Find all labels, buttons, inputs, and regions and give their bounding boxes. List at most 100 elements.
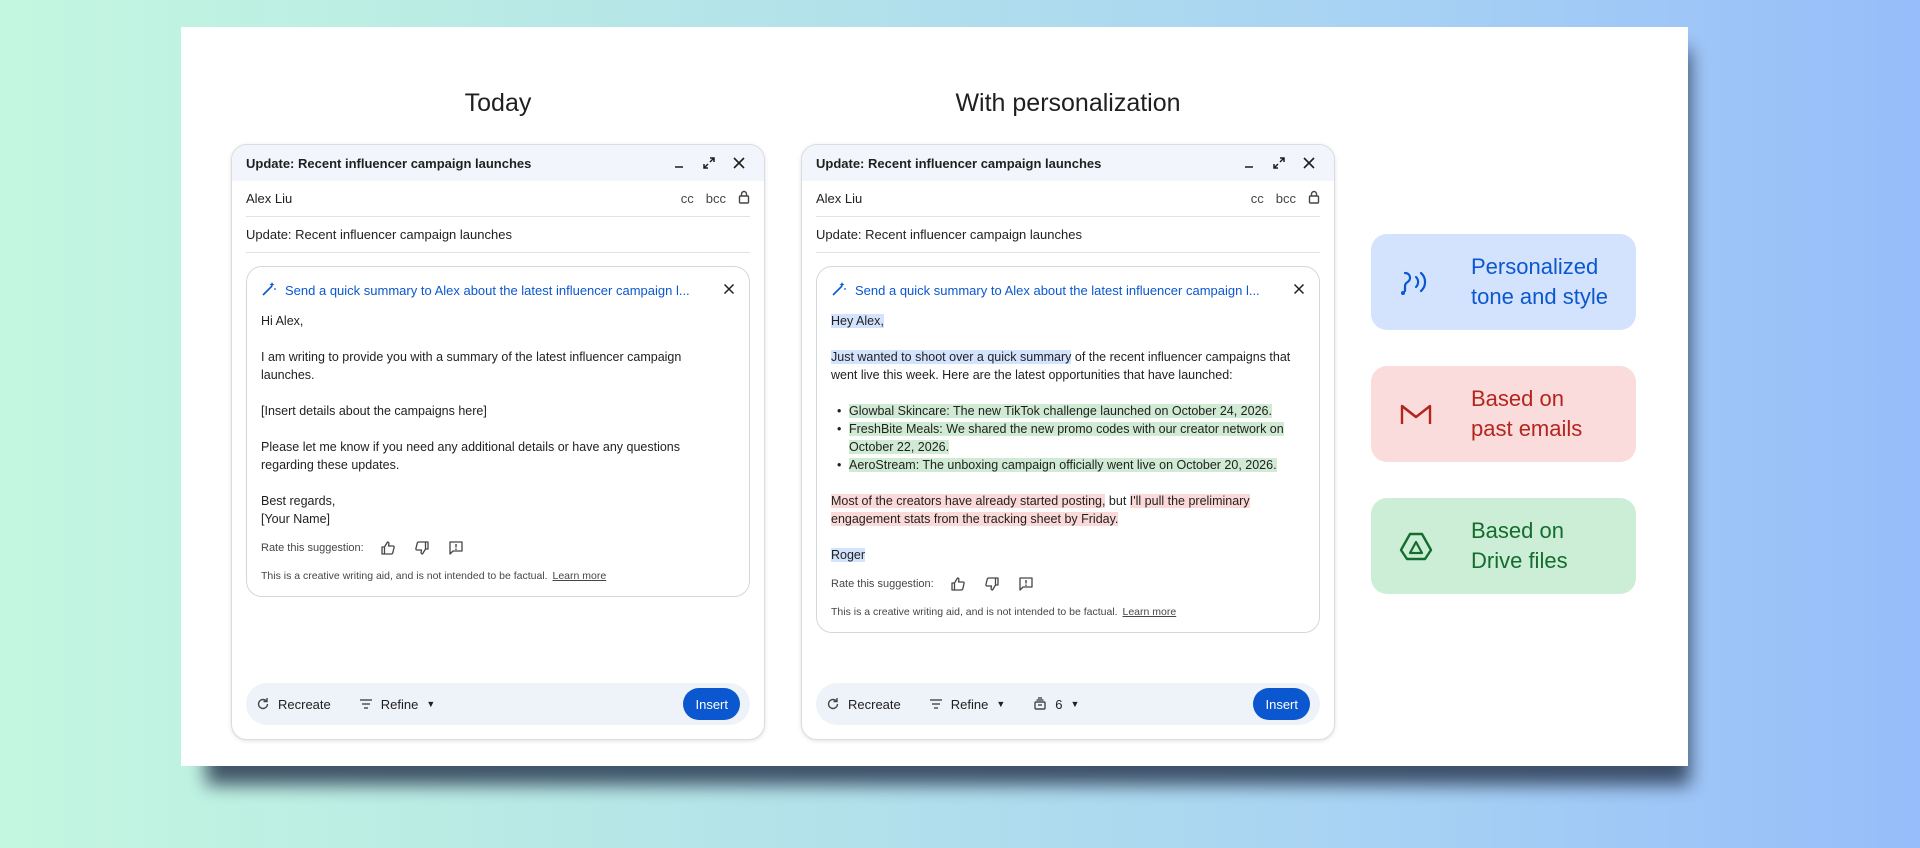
filter-icon <box>929 698 943 710</box>
thumbs-down-icon[interactable] <box>412 538 432 558</box>
thumbs-down-icon[interactable] <box>982 574 1002 594</box>
paragraph: I am writing to provide you with a summa… <box>261 350 682 382</box>
paragraph: Most of the creators have already starte… <box>831 492 1305 528</box>
greeting: Hi Alex, <box>261 314 304 328</box>
feature-line: Based on <box>1471 518 1564 543</box>
compose-header: Update: Recent influencer campaign launc… <box>232 145 764 181</box>
list-item: FreshBite Meals: We shared the new promo… <box>831 420 1305 456</box>
expand-icon[interactable] <box>698 152 720 174</box>
sources-dropdown[interactable]: 6 ▼ <box>1033 697 1079 712</box>
disclaimer: This is a creative writing aid, and is n… <box>831 606 1305 618</box>
voice-wave-icon <box>1399 267 1455 297</box>
refresh-icon <box>256 697 270 711</box>
recreate-label: Recreate <box>848 696 901 712</box>
drive-highlight: FreshBite Meals: We shared the new promo… <box>849 422 1284 454</box>
signoff: Best regards, <box>261 494 336 508</box>
subject-text: Update: Recent influencer campaign launc… <box>816 227 1082 242</box>
subject-row[interactable]: Update: Recent influencer campaign launc… <box>246 217 750 253</box>
disclaimer: This is a creative writing aid, and is n… <box>261 570 735 582</box>
thumbs-up-icon[interactable] <box>948 574 968 594</box>
lock-icon[interactable] <box>1308 190 1320 207</box>
rate-label: Rate this suggestion: <box>831 578 934 590</box>
prompt-text[interactable]: Send a quick summary to Alex about the l… <box>285 283 723 298</box>
suggestion-header: Send a quick summary to Alex about the l… <box>831 281 1305 300</box>
paragraph-text: but <box>1105 494 1130 508</box>
rate-row: Rate this suggestion: <box>261 538 735 558</box>
suggestion-body: Hey Alex, Just wanted to shoot over a qu… <box>831 312 1305 564</box>
compose-window-today: Update: Recent influencer campaign launc… <box>231 144 765 740</box>
feature-line: past emails <box>1471 416 1583 441</box>
subject-row[interactable]: Update: Recent influencer campaign launc… <box>816 217 1320 253</box>
paragraph: Just wanted to shoot over a quick summar… <box>831 348 1305 384</box>
bcc-button[interactable]: bcc <box>1276 191 1296 206</box>
feature-text: Personalized tone and style <box>1471 252 1608 312</box>
refine-dropdown[interactable]: Refine ▼ <box>359 697 436 712</box>
drive-icon <box>1399 531 1455 561</box>
suggestion-panel: Send a quick summary to Alex about the l… <box>246 266 750 597</box>
drive-highlight: Glowbal Skincare: The new TikTok challen… <box>849 404 1272 418</box>
feedback-icon[interactable] <box>1016 574 1036 594</box>
email-highlight: Most of the creators have already starte… <box>831 494 1106 508</box>
sources-count: 6 <box>1055 696 1063 712</box>
disclaimer-text: This is a creative writing aid, and is n… <box>831 606 1118 618</box>
magic-wand-icon <box>261 281 277 300</box>
cc-button[interactable]: cc <box>1251 191 1264 206</box>
learn-more-link[interactable]: Learn more <box>1123 606 1177 618</box>
close-suggestion-icon[interactable] <box>1293 283 1305 298</box>
feature-drive-files: Based on Drive files <box>1371 498 1636 594</box>
cc-button[interactable]: cc <box>681 191 694 206</box>
bcc-button[interactable]: bcc <box>706 191 726 206</box>
suggestion-toolbar: Recreate Refine ▼ 6 ▼ Insert <box>816 683 1320 725</box>
learn-more-link[interactable]: Learn more <box>553 570 607 582</box>
caret-down-icon: ▼ <box>1070 699 1080 709</box>
close-icon[interactable] <box>728 152 750 174</box>
minimize-icon[interactable] <box>1238 152 1260 174</box>
refine-dropdown[interactable]: Refine ▼ <box>929 696 1006 712</box>
insert-button[interactable]: Insert <box>1253 688 1310 720</box>
magic-wand-icon <box>831 281 847 300</box>
recipient-row[interactable]: Alex Liu cc bcc <box>816 181 1320 217</box>
insert-button[interactable]: Insert <box>683 688 740 720</box>
feature-text: Based on Drive files <box>1471 516 1568 576</box>
column-title-today: Today <box>464 89 532 117</box>
subject-text: Update: Recent influencer campaign launc… <box>246 227 512 242</box>
recreate-button[interactable]: Recreate <box>826 697 901 712</box>
suggestion-panel: Send a quick summary to Alex about the l… <box>816 266 1320 633</box>
thumbs-up-icon[interactable] <box>378 538 398 558</box>
minimize-icon[interactable] <box>668 152 690 174</box>
caret-down-icon: ▼ <box>996 699 1006 709</box>
feature-text: Based on past emails <box>1471 384 1582 444</box>
filter-icon <box>359 698 373 710</box>
tone-highlight: Just wanted to shoot over a quick summar… <box>831 350 1072 364</box>
list-item: AeroStream: The unboxing campaign offici… <box>831 456 1305 474</box>
close-icon[interactable] <box>1298 152 1320 174</box>
signature: [Your Name] <box>261 512 331 526</box>
suggestion-header: Send a quick summary to Alex about the l… <box>261 281 735 300</box>
close-suggestion-icon[interactable] <box>723 283 735 298</box>
lock-icon[interactable] <box>738 190 750 207</box>
prompt-text[interactable]: Send a quick summary to Alex about the l… <box>855 283 1293 298</box>
stack-icon <box>1033 697 1047 711</box>
greeting-highlight: Hey Alex, <box>831 314 884 328</box>
feature-tone-style: Personalized tone and style <box>1371 234 1636 330</box>
feedback-icon[interactable] <box>446 538 466 558</box>
refine-label: Refine <box>950 696 989 712</box>
suggestion-toolbar: Recreate Refine ▼ Insert <box>246 683 750 725</box>
rate-label: Rate this suggestion: <box>261 542 364 554</box>
caret-down-icon: ▼ <box>426 699 436 709</box>
refresh-icon <box>826 697 840 711</box>
recreate-label: Recreate <box>278 696 331 712</box>
suggestion-body: Hi Alex, I am writing to provide you wit… <box>261 312 735 528</box>
compose-title: Update: Recent influencer campaign launc… <box>246 155 532 171</box>
greeting: Hey Alex, <box>831 312 1305 330</box>
expand-icon[interactable] <box>1268 152 1290 174</box>
feature-line: Personalized <box>1471 254 1599 279</box>
recipient-name: Alex Liu <box>246 191 293 206</box>
feature-past-emails: Based on past emails <box>1371 366 1636 462</box>
feature-line: tone and style <box>1471 284 1608 309</box>
column-title-personalization: With personalization <box>955 89 1181 117</box>
recipient-row[interactable]: Alex Liu cc bcc <box>246 181 750 217</box>
rate-row: Rate this suggestion: <box>831 574 1305 594</box>
recreate-button[interactable]: Recreate <box>256 697 331 712</box>
recipient-name: Alex Liu <box>816 191 863 206</box>
